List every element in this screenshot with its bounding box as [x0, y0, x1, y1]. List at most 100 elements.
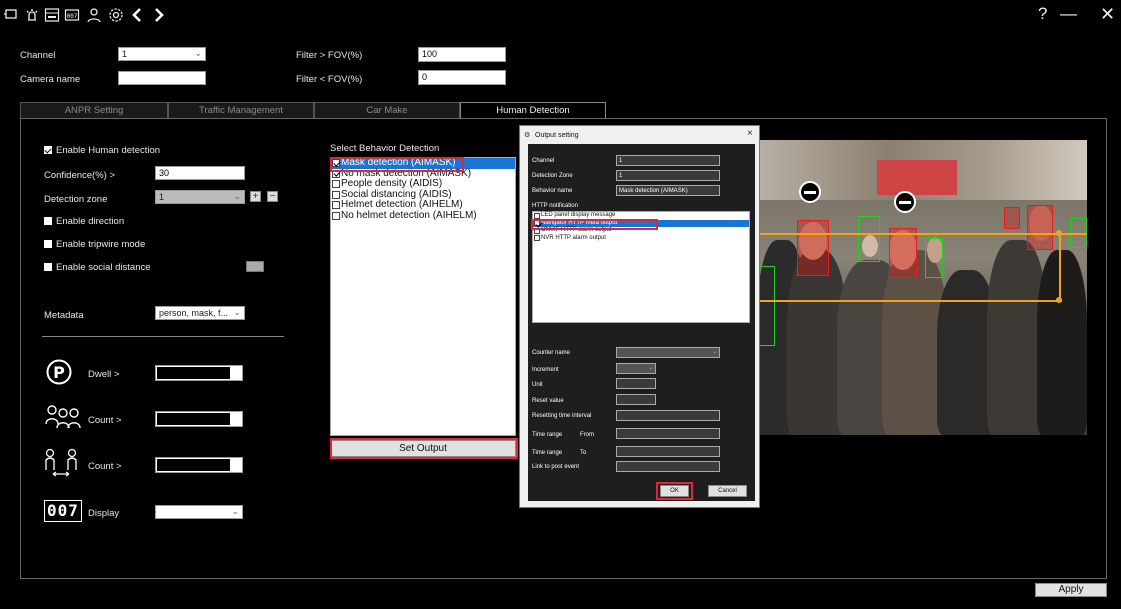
notification-item[interactable]: LED panel display message	[533, 212, 749, 220]
tripwire-line	[757, 300, 1062, 302]
dwell-label: Dwell >	[88, 369, 120, 380]
count-label: Count >	[88, 415, 122, 426]
count-distance-input[interactable]	[155, 457, 243, 473]
apply-button[interactable]: Apply	[1035, 583, 1107, 597]
confidence-input[interactable]: 30	[155, 166, 245, 180]
preview-person	[1037, 250, 1087, 435]
divider	[42, 336, 284, 337]
dialog-behavior-field[interactable]: Mask detection (AIMASK)	[616, 185, 720, 196]
user-icon[interactable]	[86, 7, 102, 23]
add-zone-button[interactable]: +	[250, 191, 261, 202]
back-icon[interactable]	[130, 7, 144, 23]
notification-item[interactable]: ONVIF HTTP alarm output	[533, 227, 749, 235]
forward-icon[interactable]	[152, 7, 166, 23]
notification-label: LED panel display message	[541, 212, 616, 218]
no-mask-detection-box	[797, 220, 829, 276]
people-group-icon	[44, 404, 84, 435]
mask-detection-box	[858, 216, 880, 262]
reset-value-label: Reset value	[532, 398, 564, 404]
mask-detection-box	[759, 266, 775, 346]
tab-traffic-management[interactable]: Traffic Management	[168, 102, 314, 118]
link-post-event-input[interactable]	[616, 461, 720, 472]
chevron-down-icon: ⌄	[711, 349, 717, 355]
behavior-list[interactable]: Mask detection (AIMASK) No mask detection…	[330, 157, 516, 436]
behavior-item[interactable]: Helmet detection (AIHELM)	[331, 199, 515, 211]
device-icon[interactable]	[44, 7, 60, 23]
enable-tripwire-label: Enable tripwire mode	[56, 239, 146, 250]
filter-gt-input[interactable]: 100	[418, 47, 506, 62]
behavior-checkbox[interactable]	[332, 180, 340, 189]
tab-anpr-setting[interactable]: ANPR Setting	[20, 102, 168, 118]
metadata-label: Metadata	[44, 310, 84, 321]
behavior-item[interactable]: People density (AIDIS)	[331, 178, 515, 190]
notification-checkbox[interactable]	[534, 220, 540, 227]
dwell-value-field	[157, 367, 230, 379]
behavior-checkbox[interactable]	[332, 159, 340, 168]
behavior-title: Select Behavior Detection	[330, 143, 440, 154]
reset-value-input[interactable]	[616, 394, 656, 405]
notification-label: Navigator HTTP meta output	[541, 219, 618, 226]
set-output-button[interactable]: Set Output	[330, 440, 516, 457]
behavior-checkbox[interactable]	[332, 190, 340, 199]
display-select[interactable]: ⌄	[155, 505, 243, 519]
camera-name-input[interactable]	[118, 71, 206, 85]
behavior-checkbox[interactable]	[332, 211, 340, 220]
channel-select[interactable]: 1 ⌄	[118, 47, 206, 61]
dialog-channel-label: Channel	[532, 158, 555, 164]
behavior-checkbox[interactable]	[332, 201, 340, 210]
notification-list[interactable]: LED panel display message Navigator HTTP …	[532, 211, 750, 323]
notification-item[interactable]: Navigator HTTP meta output	[533, 219, 749, 227]
enable-social-checkbox[interactable]	[44, 263, 52, 271]
behavior-item[interactable]: Mask detection (AIMASK)	[331, 157, 515, 169]
counter-icon[interactable]: 007	[64, 7, 80, 23]
settings-icon[interactable]	[108, 7, 124, 23]
increment-select[interactable]: ⌄	[616, 363, 656, 374]
dialog-channel-field[interactable]: 1	[616, 155, 720, 166]
time-from-input[interactable]	[616, 428, 720, 439]
close-button[interactable]: ✕	[1100, 4, 1115, 25]
tab-car-make[interactable]: Car Make	[314, 102, 460, 118]
notification-item[interactable]: NVR HTTP alarm output	[533, 235, 749, 243]
help-button[interactable]: ?	[1038, 4, 1047, 24]
metadata-value: person, mask, f...	[159, 308, 229, 318]
time-to-input[interactable]	[616, 446, 720, 457]
filter-lt-input[interactable]: 0	[418, 70, 506, 85]
enable-human-checkbox[interactable]	[44, 146, 52, 154]
chevron-down-icon: ⌄	[231, 506, 239, 516]
social-distance-button[interactable]	[246, 261, 264, 272]
notification-checkbox[interactable]	[534, 227, 540, 234]
tripwire-line	[757, 233, 1087, 235]
enable-direction-checkbox[interactable]	[44, 217, 52, 225]
no-mask-detection-box	[889, 228, 917, 278]
chevron-down-icon: ⌄	[647, 365, 653, 371]
alarm-icon[interactable]	[24, 7, 40, 23]
remove-zone-button[interactable]: −	[267, 191, 278, 202]
count-input[interactable]	[155, 411, 243, 427]
notification-checkbox[interactable]	[534, 235, 540, 242]
behavior-checkbox[interactable]	[332, 169, 340, 178]
minimize-button[interactable]: —	[1060, 4, 1077, 24]
behavior-item[interactable]: No helmet detection (AIHELM)	[331, 209, 515, 222]
svg-text:P: P	[53, 363, 65, 382]
behavior-label: People density (AIDIS)	[341, 178, 443, 189]
channel-label: Channel	[20, 50, 56, 61]
notification-checkbox[interactable]	[534, 212, 540, 219]
counter-name-select[interactable]: ⌄	[616, 347, 720, 358]
tab-human-detection[interactable]: Human Detection	[460, 102, 606, 118]
enable-tripwire-checkbox[interactable]	[44, 240, 52, 248]
cancel-button[interactable]: Cancel	[708, 485, 747, 497]
dialog-behavior-label: Behavior name	[532, 188, 573, 194]
counter-name-label: Counter name	[532, 350, 571, 356]
dialog-close-button[interactable]: ×	[747, 128, 753, 139]
screen-icon[interactable]	[4, 7, 18, 21]
detection-zone-select[interactable]: 1 ⌄	[155, 190, 245, 204]
dialog-zone-field[interactable]: 1	[616, 170, 720, 181]
unit-input[interactable]	[616, 378, 656, 389]
dwell-input[interactable]	[155, 365, 243, 381]
svg-text:007: 007	[67, 13, 78, 20]
tripwire-point	[1056, 297, 1062, 303]
behavior-label: No helmet detection (AIHELM)	[341, 209, 477, 221]
ok-button[interactable]: OK	[660, 485, 689, 497]
resetting-interval-input[interactable]	[616, 410, 720, 421]
metadata-select[interactable]: person, mask, f... ⌄	[155, 306, 245, 320]
